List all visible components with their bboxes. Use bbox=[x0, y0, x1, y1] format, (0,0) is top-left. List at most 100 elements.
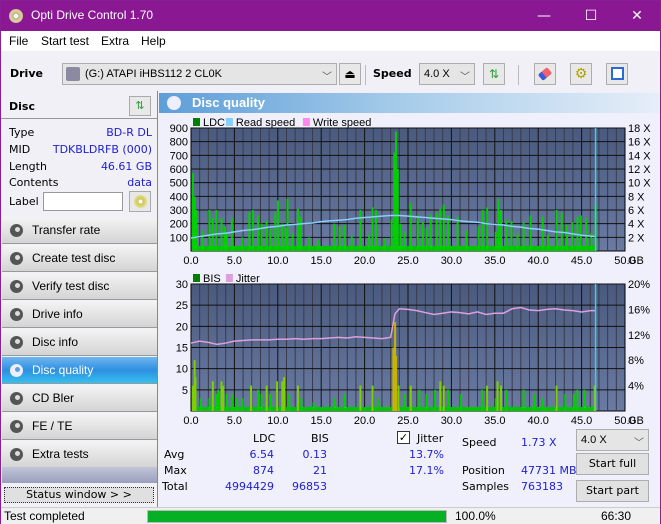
x-tick-label: 30.0 bbox=[441, 255, 462, 267]
nav-extra-tests[interactable]: Extra tests bbox=[2, 441, 157, 468]
nav-label: CD Bler bbox=[32, 391, 75, 405]
x-tick-label: 20.0 bbox=[354, 415, 375, 427]
nav-verify-test-disc[interactable]: Verify test disc bbox=[2, 273, 157, 300]
close-button[interactable]: ✕ bbox=[614, 1, 660, 31]
nav-create-test-disc[interactable]: Create test disc bbox=[2, 245, 157, 272]
data-bar bbox=[393, 152, 396, 251]
eject-icon: ⏏ bbox=[344, 67, 356, 81]
data-bar bbox=[199, 398, 202, 411]
data-bar bbox=[576, 389, 579, 411]
disc-type-key: Type bbox=[9, 126, 35, 139]
data-bar bbox=[274, 212, 277, 251]
drive-select[interactable]: (G:) ATAPI iHBS112 2 CL0K ﹀ bbox=[62, 63, 337, 85]
y-tick-left-label: 100 bbox=[170, 232, 188, 244]
start-part-button[interactable]: Start part bbox=[576, 480, 649, 502]
x-tick-label: 25.0 bbox=[397, 255, 418, 267]
data-bar bbox=[494, 398, 497, 411]
legend-label: Jitter bbox=[236, 273, 260, 285]
disc-quality-icon bbox=[10, 364, 23, 377]
nav-transfer-rate[interactable]: Transfer rate bbox=[2, 217, 157, 244]
refresh-button[interactable]: ⇅ bbox=[483, 63, 505, 85]
data-bar bbox=[564, 394, 567, 411]
data-bar bbox=[529, 215, 532, 251]
y-tick-left-label: 10 bbox=[176, 364, 188, 376]
speed-select[interactable]: 4.0 X ﹀ bbox=[419, 63, 475, 85]
nav-label: FE / TE bbox=[32, 419, 73, 433]
drive-label: Drive bbox=[10, 67, 43, 80]
nav-disc-quality[interactable]: Disc quality bbox=[2, 357, 157, 384]
data-bar bbox=[241, 237, 244, 251]
data-bar bbox=[425, 394, 428, 411]
data-bar bbox=[191, 385, 194, 411]
data-bar bbox=[456, 216, 459, 251]
erase-button[interactable] bbox=[534, 63, 556, 85]
nav-fe-te[interactable]: FE / TE bbox=[2, 413, 157, 440]
save-button[interactable] bbox=[606, 63, 628, 85]
disc-label-button[interactable] bbox=[129, 191, 151, 212]
y-tick-right-label: 10 X bbox=[628, 178, 651, 190]
data-bar bbox=[403, 394, 406, 411]
stats-ldc-header: LDC bbox=[253, 432, 276, 445]
data-bar bbox=[390, 219, 393, 251]
chevron-down-icon: ﹀ bbox=[322, 72, 332, 83]
x-tick-label: 20.0 bbox=[354, 255, 375, 267]
nav-disc-info[interactable]: Disc info bbox=[2, 329, 157, 356]
settings-button[interactable]: ⚙ bbox=[570, 63, 592, 85]
legend-label: LDC bbox=[203, 117, 225, 129]
nav-label: Disc quality bbox=[32, 363, 94, 377]
data-bar bbox=[496, 381, 499, 411]
y-tick-left-label: 5 bbox=[182, 385, 188, 397]
data-bar bbox=[396, 169, 399, 251]
data-bar bbox=[223, 226, 226, 251]
extra-tests-icon bbox=[10, 448, 23, 461]
menu-help[interactable]: Help bbox=[141, 34, 166, 48]
jitter-checkbox[interactable]: ✓ bbox=[397, 431, 410, 444]
nav-cd-bler[interactable]: CD Bler bbox=[2, 385, 157, 412]
menu-start-test[interactable]: Start test bbox=[41, 34, 89, 48]
samples-label: Samples bbox=[462, 480, 509, 493]
y-tick-right-label: 12% bbox=[628, 330, 650, 342]
menu-file[interactable]: File bbox=[9, 34, 28, 48]
data-bar bbox=[442, 204, 445, 251]
data-bar bbox=[201, 230, 204, 251]
menu-extra[interactable]: Extra bbox=[101, 34, 129, 48]
data-bar bbox=[447, 215, 450, 251]
stats-total-ldc: 4994429 bbox=[225, 480, 274, 493]
data-bar bbox=[211, 381, 214, 411]
y-tick-left-label: 700 bbox=[170, 150, 188, 162]
disc-info-panel: Disc ⇅ Type BD-R DL MID TDKBLDRFB (000) … bbox=[1, 91, 157, 215]
y-tick-left-label: 25 bbox=[176, 300, 188, 312]
x-tick-label: 0.0 bbox=[183, 255, 198, 267]
ldc-chart: 1002003004005006007008009002 X4 X6 X8 X1… bbox=[170, 117, 652, 267]
eject-button[interactable]: ⏏ bbox=[339, 63, 361, 85]
data-bar bbox=[383, 238, 386, 251]
chevron-down-icon: ﹀ bbox=[460, 72, 470, 83]
minimize-button[interactable]: — bbox=[521, 1, 567, 31]
data-bar bbox=[260, 394, 263, 411]
y-tick-right-label: 18 X bbox=[628, 123, 651, 135]
disc-length-value: 46.61 GB bbox=[100, 160, 152, 173]
nav-label: Verify test disc bbox=[32, 279, 110, 293]
maximize-button[interactable]: ☐ bbox=[568, 1, 614, 31]
disc-label-input[interactable] bbox=[43, 192, 123, 211]
x-tick-label: 15.0 bbox=[310, 255, 331, 267]
stats-avg-ldc: 6.54 bbox=[249, 448, 275, 461]
test-speed-select[interactable]: 4.0 X ﹀ bbox=[576, 429, 649, 451]
sidebar: Disc ⇅ Type BD-R DL MID TDKBLDRFB (000) … bbox=[1, 91, 158, 507]
app-disc-icon bbox=[9, 9, 23, 23]
stats-total-label: Total bbox=[162, 480, 188, 493]
data-bar bbox=[276, 381, 279, 411]
data-bar bbox=[299, 216, 302, 251]
drive-select-value: (G:) ATAPI iHBS112 2 CL0K bbox=[85, 68, 222, 80]
data-bar bbox=[269, 229, 272, 251]
x-tick-label: 35.0 bbox=[484, 255, 505, 267]
test-speed-value: 4.0 X bbox=[581, 434, 607, 446]
nav-drive-info[interactable]: Drive info bbox=[2, 301, 157, 328]
data-bar bbox=[316, 240, 319, 251]
legend-label: Write speed bbox=[313, 117, 372, 129]
status-window-button[interactable]: Status window > > bbox=[4, 487, 154, 503]
start-full-button[interactable]: Start full bbox=[576, 453, 649, 475]
disc-contents-value: data bbox=[127, 176, 152, 189]
disc-refresh-button[interactable]: ⇅ bbox=[129, 96, 151, 116]
data-bar bbox=[442, 385, 445, 411]
